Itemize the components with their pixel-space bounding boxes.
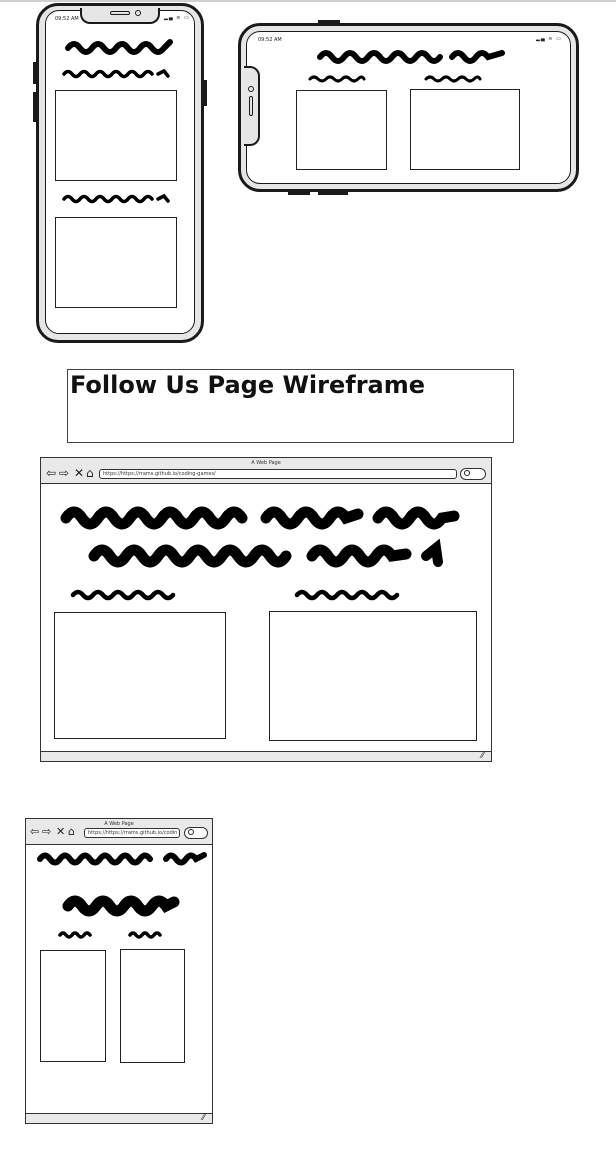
redacted-subheading-scribble	[308, 75, 366, 83]
redacted-subheading-scribble	[70, 589, 176, 601]
phone-side-button	[318, 192, 348, 195]
search-icon	[464, 470, 470, 476]
back-arrow-icon[interactable]: ⇦	[46, 467, 56, 479]
redacted-heading-scribble	[317, 50, 505, 64]
redacted-subheading-scribble	[424, 75, 482, 83]
close-icon[interactable]: ✕	[74, 467, 84, 479]
resize-grip-icon[interactable]: ⁄⁄	[202, 1114, 205, 1122]
image-placeholder	[410, 89, 520, 170]
back-arrow-icon[interactable]: ⇦	[30, 826, 39, 838]
top-divider	[0, 0, 616, 2]
phone-speaker	[110, 11, 130, 15]
window-title: A Web Page	[104, 821, 134, 827]
redacted-subheading-scribble	[58, 931, 92, 939]
image-placeholder	[40, 950, 106, 1062]
image-placeholder	[54, 612, 226, 739]
redacted-subheading-scribble	[62, 68, 170, 79]
redacted-heading-scribble	[37, 852, 207, 866]
phone-side-button	[318, 20, 340, 23]
redacted-subheading-scribble	[128, 931, 162, 939]
redacted-heading-scribble	[88, 538, 443, 568]
status-time: 09:52 AM	[258, 37, 282, 43]
phone-speaker	[249, 96, 253, 116]
redacted-subheading-scribble	[62, 193, 170, 204]
home-icon[interactable]: ⌂	[86, 467, 94, 479]
search-icon	[188, 829, 194, 835]
close-icon[interactable]: ✕	[56, 826, 65, 838]
redacted-heading-scribble	[62, 895, 180, 917]
redacted-heading-scribble	[65, 39, 173, 55]
image-placeholder	[55, 217, 177, 308]
home-icon[interactable]: ⌂	[68, 826, 75, 838]
phone-camera	[135, 10, 141, 16]
tablet-browser-statusbar	[26, 1113, 212, 1123]
forward-arrow-icon[interactable]: ⇨	[42, 826, 51, 838]
desktop-browser-statusbar	[41, 751, 491, 761]
forward-arrow-icon[interactable]: ⇨	[59, 467, 69, 479]
status-time: 09:52 AM	[55, 16, 79, 22]
address-bar[interactable]: https://https://rrams.github.io/coding-g…	[99, 469, 457, 479]
resize-grip-icon[interactable]: ⁄⁄	[481, 752, 484, 760]
redacted-subheading-scribble	[294, 589, 400, 601]
window-title: A Web Page	[251, 460, 281, 466]
image-placeholder	[269, 611, 477, 741]
status-icons: ▂▄ ≋ ▭	[164, 15, 190, 21]
status-icons: ▂▄ ≋ ▭	[536, 36, 562, 42]
phone-side-button	[288, 192, 310, 195]
redacted-heading-scribble	[60, 506, 460, 530]
image-placeholder	[296, 90, 387, 170]
phone-side-button	[33, 62, 36, 84]
phone-side-button	[204, 80, 207, 106]
image-placeholder	[55, 90, 177, 181]
image-placeholder	[120, 949, 185, 1063]
phone-camera	[248, 86, 254, 92]
address-bar[interactable]: https://https://rrams.github.io/codin	[84, 828, 180, 838]
page-title: Follow Us Page Wireframe	[70, 371, 426, 399]
phone-side-button	[33, 92, 36, 122]
